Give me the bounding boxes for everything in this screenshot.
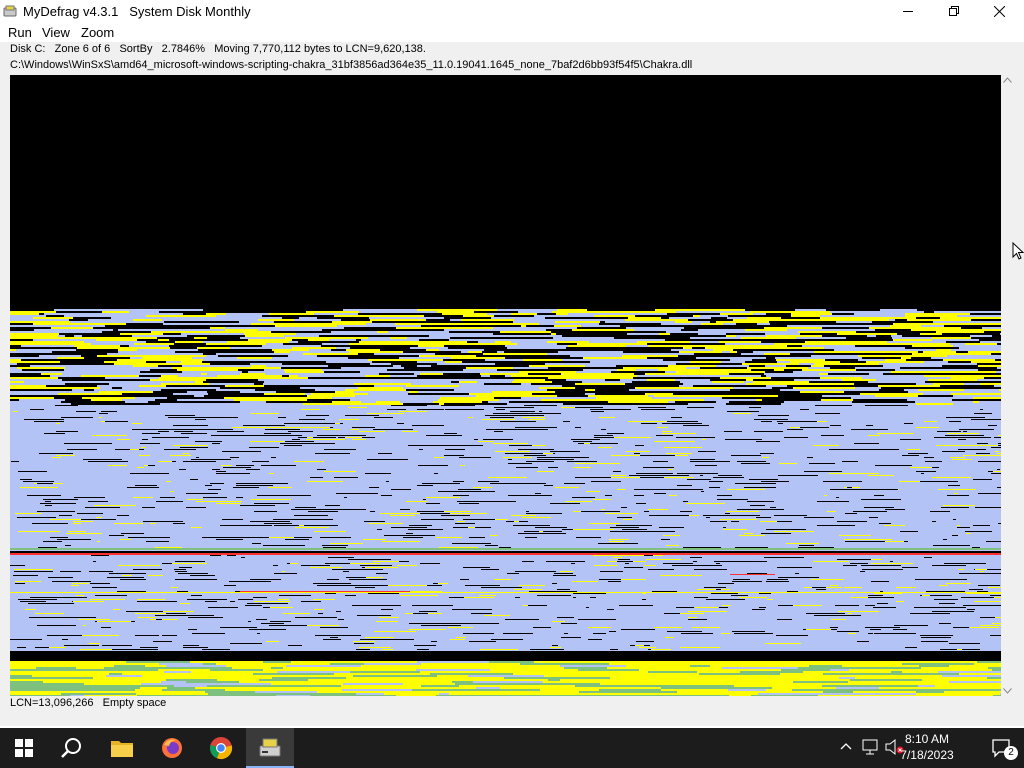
mydefrag-taskbar-button[interactable] <box>246 728 294 768</box>
search-icon <box>61 738 81 758</box>
scroll-down-arrow-icon[interactable] <box>1003 688 1012 694</box>
vertical-scrollbar[interactable] <box>1001 75 1014 696</box>
menu-view[interactable]: View <box>42 25 70 40</box>
close-button[interactable] <box>976 0 1022 23</box>
start-button[interactable] <box>0 728 48 768</box>
mydefrag-app-icon <box>3 5 17 17</box>
restore-icon <box>948 6 959 16</box>
title-bar[interactable]: MyDefrag v4.3.1 System Disk Monthly <box>0 0 1024 23</box>
status-disk: Disk C: <box>10 43 46 55</box>
file-explorer-icon <box>111 741 133 757</box>
status-percent: 2.7846% <box>161 43 206 55</box>
scroll-up-arrow-icon[interactable] <box>1003 77 1012 83</box>
menu-run[interactable]: Run <box>8 25 32 40</box>
firefox-button[interactable] <box>148 728 196 768</box>
notification-count-badge: 2 <box>1004 746 1018 760</box>
mouse-cursor-icon <box>1012 242 1024 260</box>
disk-map[interactable] <box>10 75 1001 696</box>
minimize-button[interactable] <box>885 0 931 23</box>
notification-center-button[interactable]: 2 <box>980 728 1024 768</box>
window-title: MyDefrag v4.3.1 System Disk Monthly <box>23 4 251 19</box>
clock-time: 8:10 AM <box>904 732 950 746</box>
disk-map-canvas <box>10 75 1001 696</box>
chrome-icon <box>210 737 233 760</box>
client-area: Disk C: Zone 6 of 6 SortBy 2.7846% Movin… <box>0 42 1024 726</box>
status-action: SortBy <box>119 43 153 55</box>
status-bar: LCN=13,096,266 Empty space <box>10 697 166 709</box>
status-lcn: LCN=13,096,266 <box>10 697 94 709</box>
close-icon <box>993 6 1005 17</box>
clock-date: 7/18/2023 <box>900 748 954 762</box>
show-hidden-icons-chevron-icon[interactable] <box>840 742 852 750</box>
status-path: C:\Windows\WinSxS\amd64_microsoft-window… <box>10 59 693 71</box>
minimize-icon <box>902 11 913 12</box>
status-message: Moving 7,770,112 bytes to LCN=9,620,138. <box>214 43 426 55</box>
status-zone: Zone 6 of 6 <box>54 43 111 55</box>
status-line: Disk C: Zone 6 of 6 SortBy 2.7846% Movin… <box>10 43 426 55</box>
windows-start-icon <box>15 739 33 757</box>
status-legend: Empty space <box>102 697 167 709</box>
taskbar: 8:10 AM 7/18/2023 <box>0 728 1024 768</box>
restore-button[interactable] <box>931 0 977 23</box>
clock[interactable]: 8:10 AM 7/18/2023 <box>892 731 962 763</box>
search-button[interactable] <box>48 728 96 768</box>
mydefrag-icon <box>259 738 281 757</box>
firefox-icon <box>162 738 182 758</box>
network-icon[interactable] <box>862 738 880 756</box>
menu-bar: Run View Zoom <box>0 23 1024 42</box>
chrome-button[interactable] <box>197 728 245 768</box>
menu-zoom[interactable]: Zoom <box>81 25 114 40</box>
file-explorer-button[interactable] <box>98 728 146 768</box>
